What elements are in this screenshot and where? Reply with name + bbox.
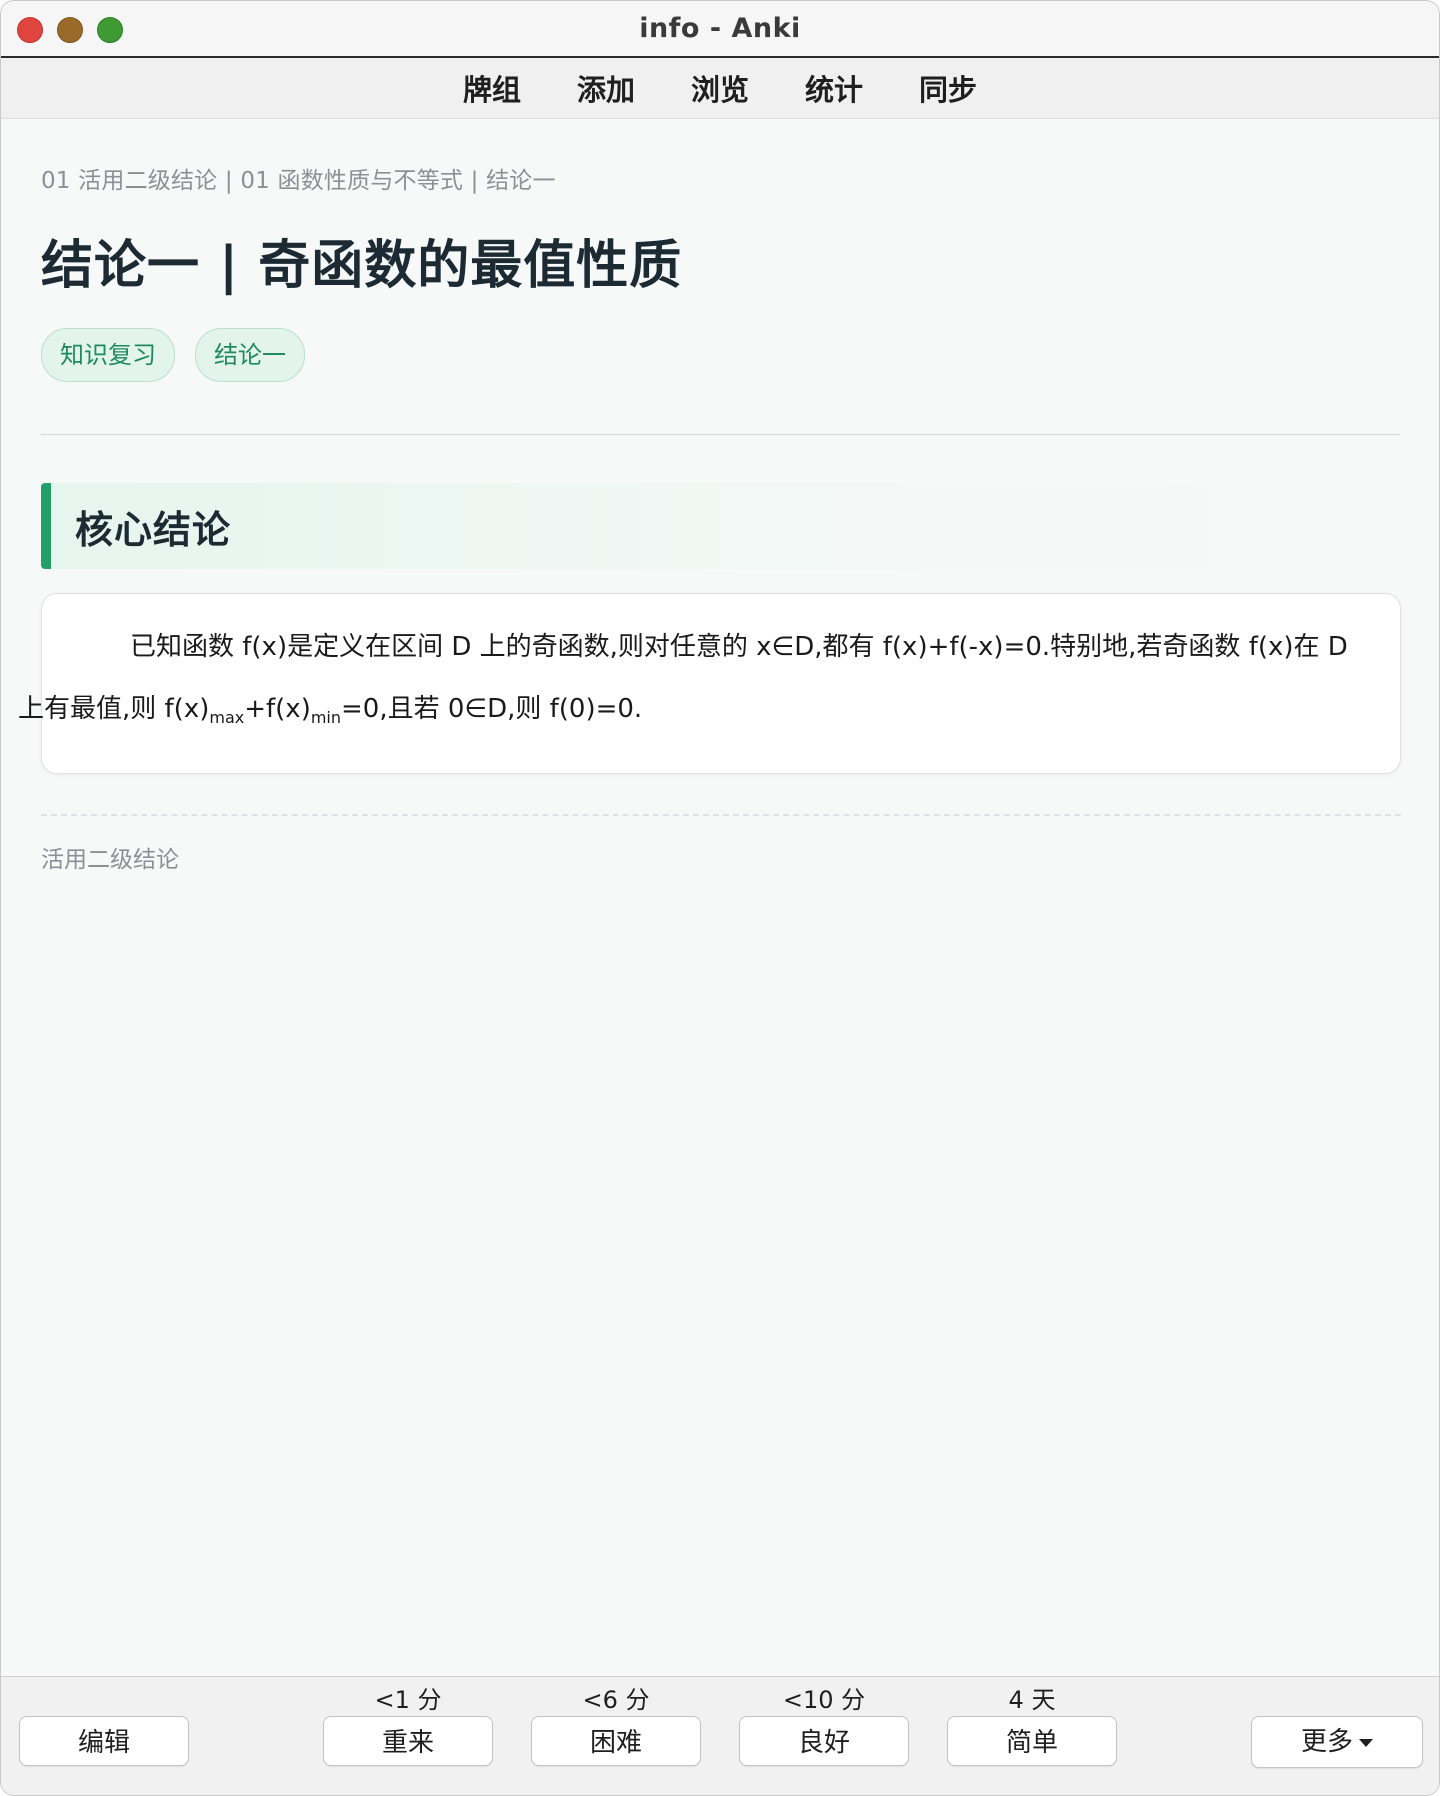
window-title: info - Anki (639, 13, 801, 44)
breadcrumb: 01 活用二级结论 | 01 函数性质与不等式 | 结论一 (41, 168, 556, 194)
section-title: 核心结论 (75, 507, 232, 552)
more-button[interactable]: 更多 (1251, 1716, 1423, 1768)
answer-bar: 编辑 <1 分 重来 <6 分 困难 <10 分 良好 4 天 简单 更多 (1, 1676, 1439, 1795)
conclusion-line-2a: 上有最值,则 f(x) (18, 694, 210, 724)
good-interval: <10 分 (782, 1686, 866, 1714)
top-nav: 牌组 添加 浏览 统计 同步 (1, 58, 1439, 119)
hard-button[interactable]: 困难 (531, 1716, 701, 1766)
subscript-min: min (310, 708, 342, 727)
conclusion-line-2c: =0,且若 0∈D,则 f(0)=0. (341, 694, 643, 724)
easy-interval: 4 天 (1008, 1686, 1056, 1714)
subscript-max: max (209, 708, 245, 727)
again-interval: <1 分 (374, 1686, 442, 1714)
again-button[interactable]: 重来 (323, 1716, 493, 1766)
conclusion-line-1: 已知函数 f(x)是定义在区间 D 上的奇函数,则对任意的 x∈D,都有 f(x… (130, 632, 1348, 662)
nav-add[interactable]: 添加 (577, 67, 635, 109)
conclusion-line-2b: +f(x) (244, 694, 311, 724)
more-label: 更多 (1300, 1727, 1353, 1757)
nav-sync[interactable]: 同步 (919, 67, 977, 109)
conclusion-card: 已知函数 f(x)是定义在区间 D 上的奇函数,则对任意的 x∈D,都有 f(x… (18, 593, 1401, 774)
tag-list: 知识复习 结论一 (41, 328, 1401, 382)
hard-interval: <6 分 (582, 1686, 650, 1714)
easy-button[interactable]: 简单 (947, 1716, 1117, 1766)
conclusion-text: 已知函数 f(x)是定义在区间 D 上的奇函数,则对任意的 x∈D,都有 f(x… (18, 616, 1370, 749)
nav-stats[interactable]: 统计 (805, 67, 863, 109)
section-header: 核心结论 (41, 483, 1401, 569)
tag-knowledge-review: 知识复习 (41, 328, 175, 382)
nav-decks[interactable]: 牌组 (463, 67, 521, 109)
anki-window: info - Anki 牌组 添加 浏览 统计 同步 01 活用二级结论 | 0… (0, 0, 1440, 1796)
dashed-divider (41, 814, 1401, 816)
deck-source-note: 活用二级结论 (41, 847, 179, 873)
page-title: 结论一 | 奇函数的最值性质 (41, 236, 683, 296)
divider (41, 434, 1401, 435)
chevron-down-icon (1359, 1738, 1373, 1747)
good-button[interactable]: 良好 (739, 1716, 909, 1766)
edit-button[interactable]: 编辑 (19, 1716, 189, 1766)
tag-conclusion-one: 结论一 (195, 328, 305, 382)
title-bar: info - Anki (1, 1, 1439, 58)
card-content: 01 活用二级结论 | 01 函数性质与不等式 | 结论一 结论一 | 奇函数的… (18, 119, 1401, 874)
nav-browse[interactable]: 浏览 (691, 67, 749, 109)
